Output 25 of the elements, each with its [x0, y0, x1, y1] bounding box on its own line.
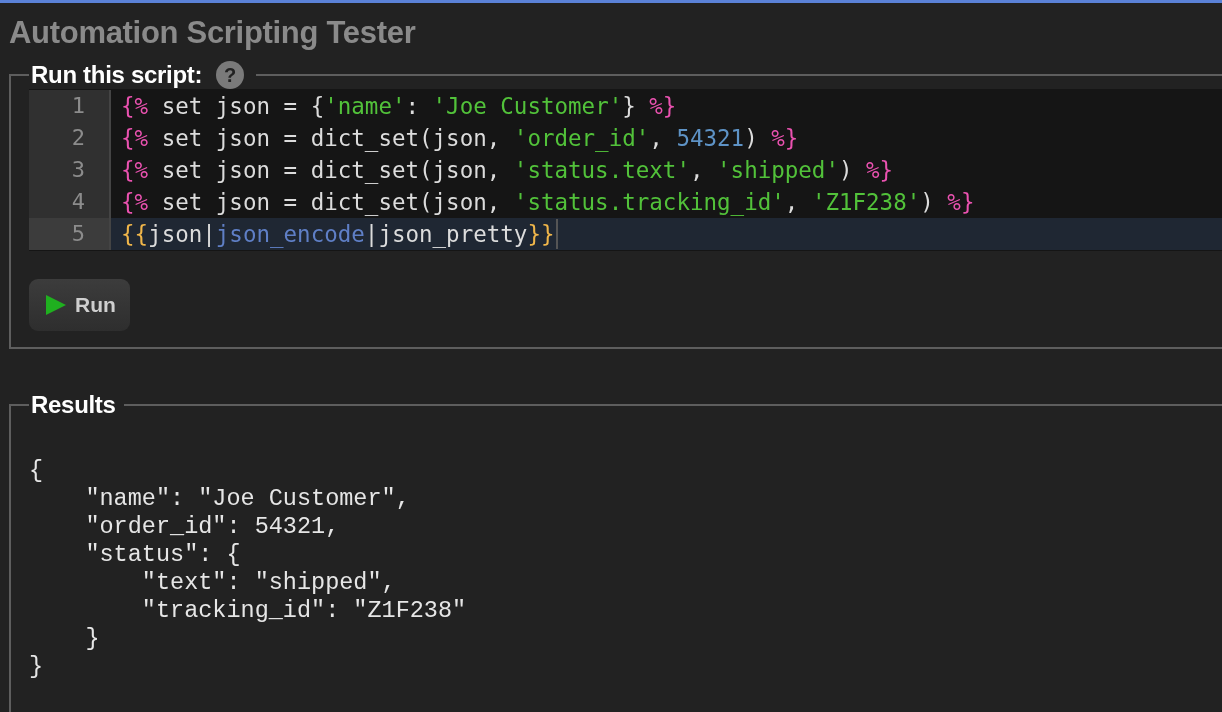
result-line: { [29, 457, 44, 485]
result-line: "status": { [84, 541, 241, 569]
result-line: "text": "shipped", [140, 569, 396, 597]
code-line: {% set json = dict_set(json, 'order_id', 54321) %} [120, 124, 799, 154]
code-line: {% set json = dict_set(json, 'status.tracking_id', 'Z1F238') %} [120, 188, 975, 218]
result-line: } [29, 653, 44, 681]
line-number: 2 [29, 122, 111, 154]
result-line: } [84, 625, 100, 653]
help-icon[interactable]: ? [216, 61, 245, 89]
code-line: {{json|json_encode|json_pretty}} [111, 218, 558, 250]
result-line: "name": "Joe Customer", [84, 485, 410, 513]
result-line: "order_id": 54321, [84, 513, 340, 541]
panel-title: Run this script: [31, 61, 203, 89]
result-line: "tracking_id": "Z1F238" [140, 597, 467, 625]
code-editor[interactable] [29, 89, 1222, 251]
line-number: 1 [29, 90, 111, 122]
line-number: 4 [29, 186, 111, 218]
run-button[interactable]: Run [29, 279, 130, 331]
code-line: {% set json = dict_set(json, 'status.text', 'shipped') %} [120, 156, 894, 186]
play-icon [45, 294, 67, 316]
code-line: {% set json = {'name': 'Joe Customer'} %} [120, 92, 677, 121]
panel-title: Results [31, 391, 116, 419]
line-number: 5 [29, 218, 111, 250]
line-number: 3 [29, 154, 111, 186]
page-title: Automation Scripting Tester [9, 15, 417, 51]
